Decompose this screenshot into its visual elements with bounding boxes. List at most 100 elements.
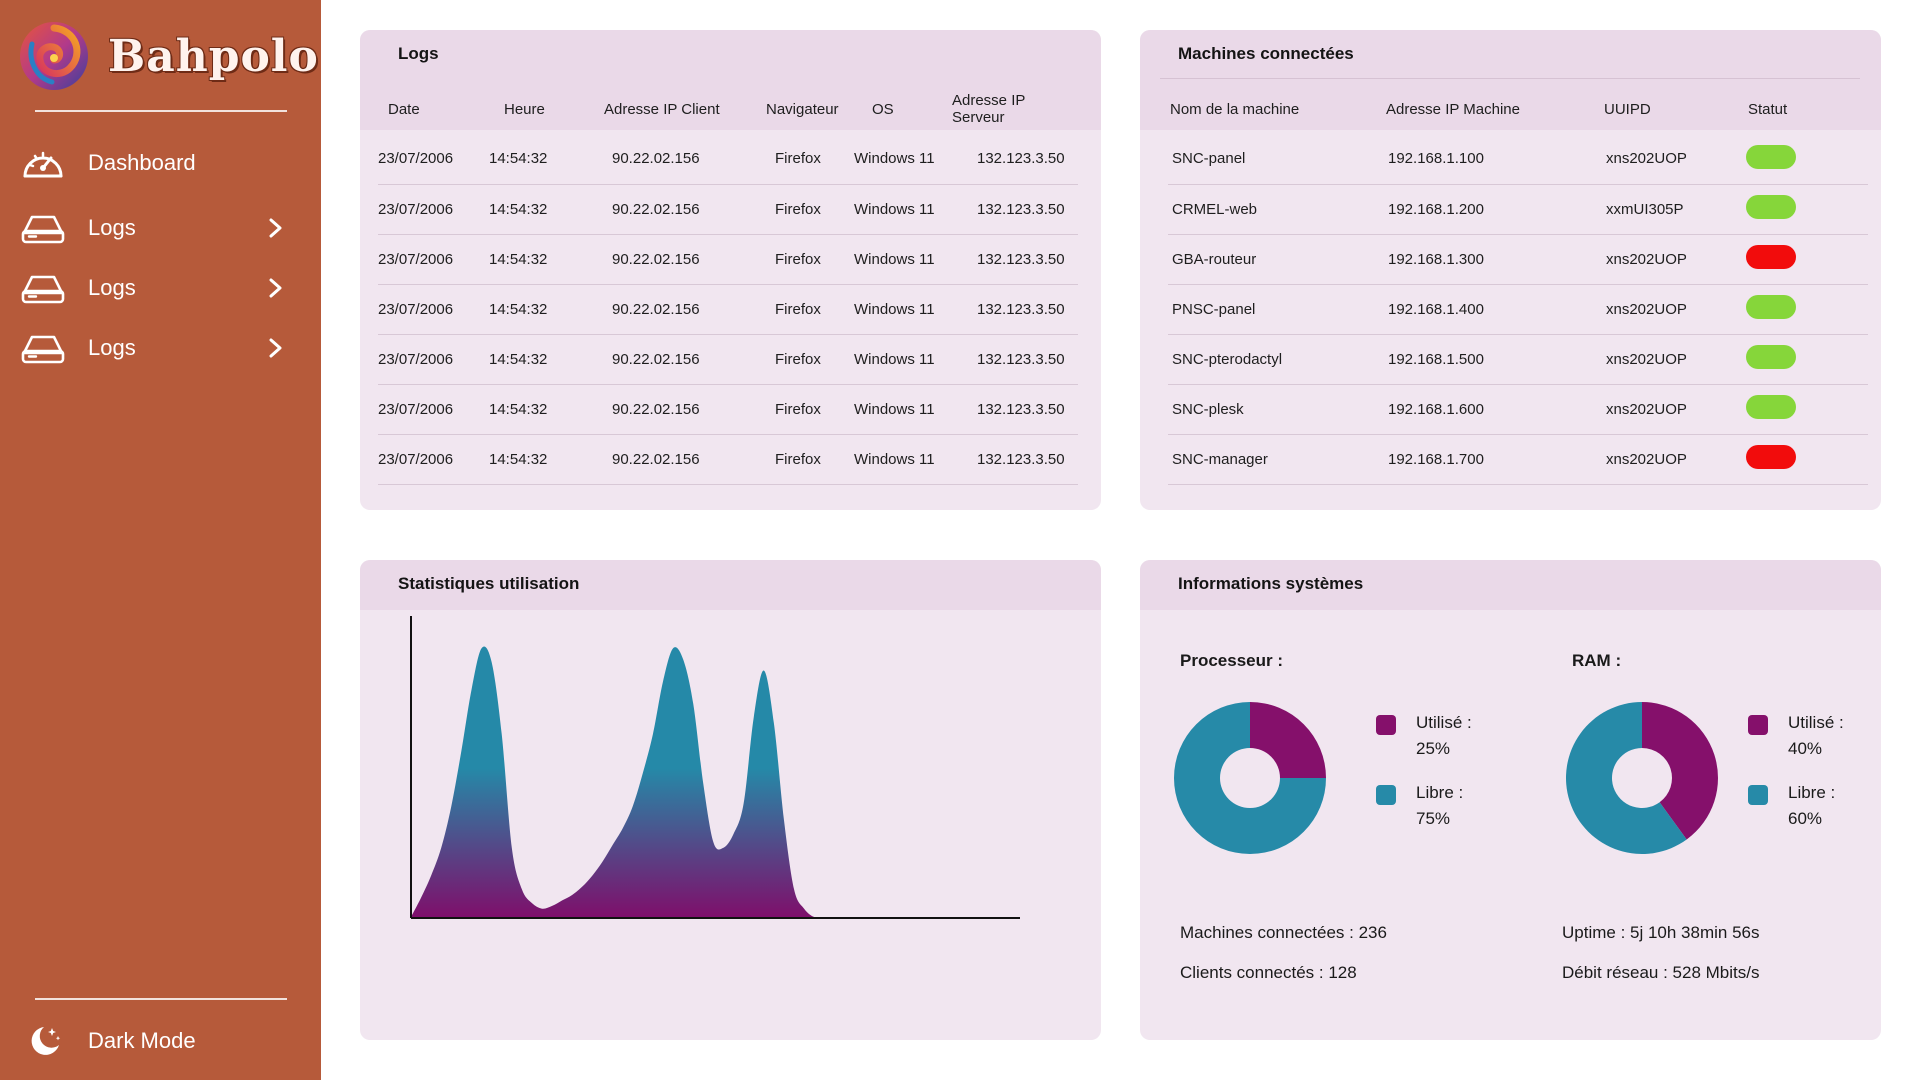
cell-date: 23/07/2006 xyxy=(378,184,486,235)
table-row[interactable]: PNSC-panel 192.168.1.400 xns202UOP xyxy=(1168,284,1868,335)
brand[interactable]: Bahpolo xyxy=(18,18,319,94)
cell-machine-ip: 192.168.1.600 xyxy=(1384,384,1602,435)
sidebar-item-dashboard[interactable]: Dashboard xyxy=(0,138,321,188)
table-row[interactable]: 23/07/2006 14:54:32 90.22.02.156 Firefox… xyxy=(378,434,1078,485)
usage-stats-card: Statistiques utilisation xyxy=(360,560,1101,1040)
status-badge xyxy=(1746,195,1796,219)
cell-os: Windows 11 xyxy=(846,434,952,485)
ram-label: RAM : xyxy=(1572,651,1622,670)
dark-mode-label: Dark Mode xyxy=(88,1028,196,1053)
table-row[interactable]: 23/07/2006 14:54:32 90.22.02.156 Firefox… xyxy=(378,184,1078,235)
cell-server-ip: 132.123.3.50 xyxy=(952,434,1078,485)
column-header[interactable]: Adresse IP Machine xyxy=(1384,84,1602,134)
moon-stars-icon xyxy=(31,1027,61,1055)
cell-client-ip: 90.22.02.156 xyxy=(576,384,738,435)
table-row[interactable]: SNC-plesk 192.168.1.600 xns202UOP xyxy=(1168,384,1868,435)
cell-date: 23/07/2006 xyxy=(378,134,486,185)
cell-uuid: xns202UOP xyxy=(1602,434,1746,485)
cell-machine-ip: 192.168.1.700 xyxy=(1384,434,1602,485)
cell-machine-ip: 192.168.1.200 xyxy=(1384,184,1602,235)
uptime-stat: Uptime : 5j 10h 38min 56s xyxy=(1562,923,1760,942)
cell-time: 14:54:32 xyxy=(486,434,576,485)
machines-table: Nom de la machine Adresse IP Machine UUI… xyxy=(1168,84,1868,485)
sidebar-item-logs-2[interactable]: Logs xyxy=(0,263,321,313)
table-row[interactable]: SNC-manager 192.168.1.700 xns202UOP xyxy=(1168,434,1868,485)
table-row[interactable]: GBA-routeur 192.168.1.300 xns202UOP xyxy=(1168,234,1868,285)
cpu-free-swatch xyxy=(1376,785,1396,805)
cpu-used-swatch xyxy=(1376,715,1396,735)
table-row[interactable]: CRMEL-web 192.168.1.200 xxmUI305P xyxy=(1168,184,1868,235)
column-header[interactable]: OS xyxy=(846,84,952,134)
cpu-free-value: 75% xyxy=(1416,809,1451,828)
cell-time: 14:54:32 xyxy=(486,384,576,435)
table-row[interactable]: 23/07/2006 14:54:32 90.22.02.156 Firefox… xyxy=(378,134,1078,185)
cell-uuid: xns202UOP xyxy=(1602,134,1746,185)
cpu-used-value: 25% xyxy=(1416,739,1451,758)
cell-os: Windows 11 xyxy=(846,334,952,385)
clients-connected-stat: Clients connectés : 128 xyxy=(1180,963,1357,982)
sidebar-item-label: Logs xyxy=(88,215,136,240)
cell-client-ip: 90.22.02.156 xyxy=(576,334,738,385)
dark-mode-toggle[interactable]: Dark Mode xyxy=(0,1016,321,1066)
ram-used-label: Utilisé : xyxy=(1788,713,1844,732)
status-badge xyxy=(1746,295,1796,319)
table-row[interactable]: SNC-panel 192.168.1.100 xns202UOP xyxy=(1168,134,1868,185)
machines-card: Machines connectées Nom de la machine Ad… xyxy=(1140,30,1881,510)
cell-client-ip: 90.22.02.156 xyxy=(576,134,738,185)
cell-machine-name: CRMEL-web xyxy=(1168,184,1384,235)
cell-server-ip: 132.123.3.50 xyxy=(952,134,1078,185)
server-icon xyxy=(21,215,65,244)
system-info-card: Informations systèmes Processeur : Utili… xyxy=(1140,560,1881,1040)
column-header[interactable]: Adresse IP Serveur xyxy=(952,84,1078,134)
cell-machine-name: SNC-manager xyxy=(1168,434,1384,485)
cell-uuid: xns202UOP xyxy=(1602,234,1746,285)
cell-os: Windows 11 xyxy=(846,134,952,185)
sidebar: Bahpolo Dashboard Logs Logs Logs Dark Mo… xyxy=(0,0,321,1080)
column-header[interactable]: Statut xyxy=(1746,84,1868,134)
column-header[interactable]: UUIPD xyxy=(1602,84,1746,134)
cell-browser: Firefox xyxy=(738,234,846,285)
cell-uuid: xns202UOP xyxy=(1602,284,1746,335)
sidebar-item-logs-3[interactable]: Logs xyxy=(0,323,321,373)
column-header[interactable]: Nom de la machine xyxy=(1168,84,1384,134)
machines-table-header-row: Nom de la machine Adresse IP Machine UUI… xyxy=(1168,84,1868,134)
sidebar-item-logs-1[interactable]: Logs xyxy=(0,203,321,253)
cell-machine-name: SNC-panel xyxy=(1168,134,1384,185)
usage-stats-title: Statistiques utilisation xyxy=(398,574,580,593)
column-header[interactable]: Heure xyxy=(486,84,576,134)
sidebar-item-label: Logs xyxy=(88,275,136,300)
column-header[interactable]: Date xyxy=(378,84,486,134)
server-icon xyxy=(21,335,65,364)
cell-time: 14:54:32 xyxy=(486,134,576,185)
table-row[interactable]: 23/07/2006 14:54:32 90.22.02.156 Firefox… xyxy=(378,234,1078,285)
cell-os: Windows 11 xyxy=(846,184,952,235)
logs-table: Date Heure Adresse IP Client Navigateur … xyxy=(378,84,1078,485)
column-header[interactable]: Navigateur xyxy=(738,84,846,134)
cpu-used-slice xyxy=(1250,702,1326,778)
cell-client-ip: 90.22.02.156 xyxy=(576,234,738,285)
logs-card: Logs Date Heure Adresse IP Client Naviga… xyxy=(360,30,1101,510)
header-divider xyxy=(1160,78,1860,79)
table-row[interactable]: 23/07/2006 14:54:32 90.22.02.156 Firefox… xyxy=(378,334,1078,385)
ram-free-value: 60% xyxy=(1788,809,1823,828)
table-row[interactable]: 23/07/2006 14:54:32 90.22.02.156 Firefox… xyxy=(378,384,1078,435)
cpu-free-label: Libre : xyxy=(1416,783,1464,802)
cell-time: 14:54:32 xyxy=(486,234,576,285)
cell-time: 14:54:32 xyxy=(486,184,576,235)
cell-date: 23/07/2006 xyxy=(378,284,486,335)
cell-time: 14:54:32 xyxy=(486,284,576,335)
table-row[interactable]: SNC-pterodactyl 192.168.1.500 xns202UOP xyxy=(1168,334,1868,385)
chevron-right-icon xyxy=(269,338,282,358)
ram-used-value: 40% xyxy=(1788,739,1823,758)
status-badge xyxy=(1746,144,1796,169)
table-row[interactable]: 23/07/2006 14:54:32 90.22.02.156 Firefox… xyxy=(378,284,1078,335)
ram-donut-chart xyxy=(1566,702,1718,854)
column-header[interactable]: Adresse IP Client xyxy=(576,84,738,134)
sidebar-item-label: Dashboard xyxy=(88,150,196,175)
system-info-title: Informations systèmes xyxy=(1178,574,1364,593)
cell-uuid: xns202UOP xyxy=(1602,384,1746,435)
ram-free-label: Libre : xyxy=(1788,783,1836,802)
sidebar-bottom-divider xyxy=(35,998,287,1000)
cell-machine-name: GBA-routeur xyxy=(1168,234,1384,285)
logs-card-title: Logs xyxy=(398,44,439,63)
